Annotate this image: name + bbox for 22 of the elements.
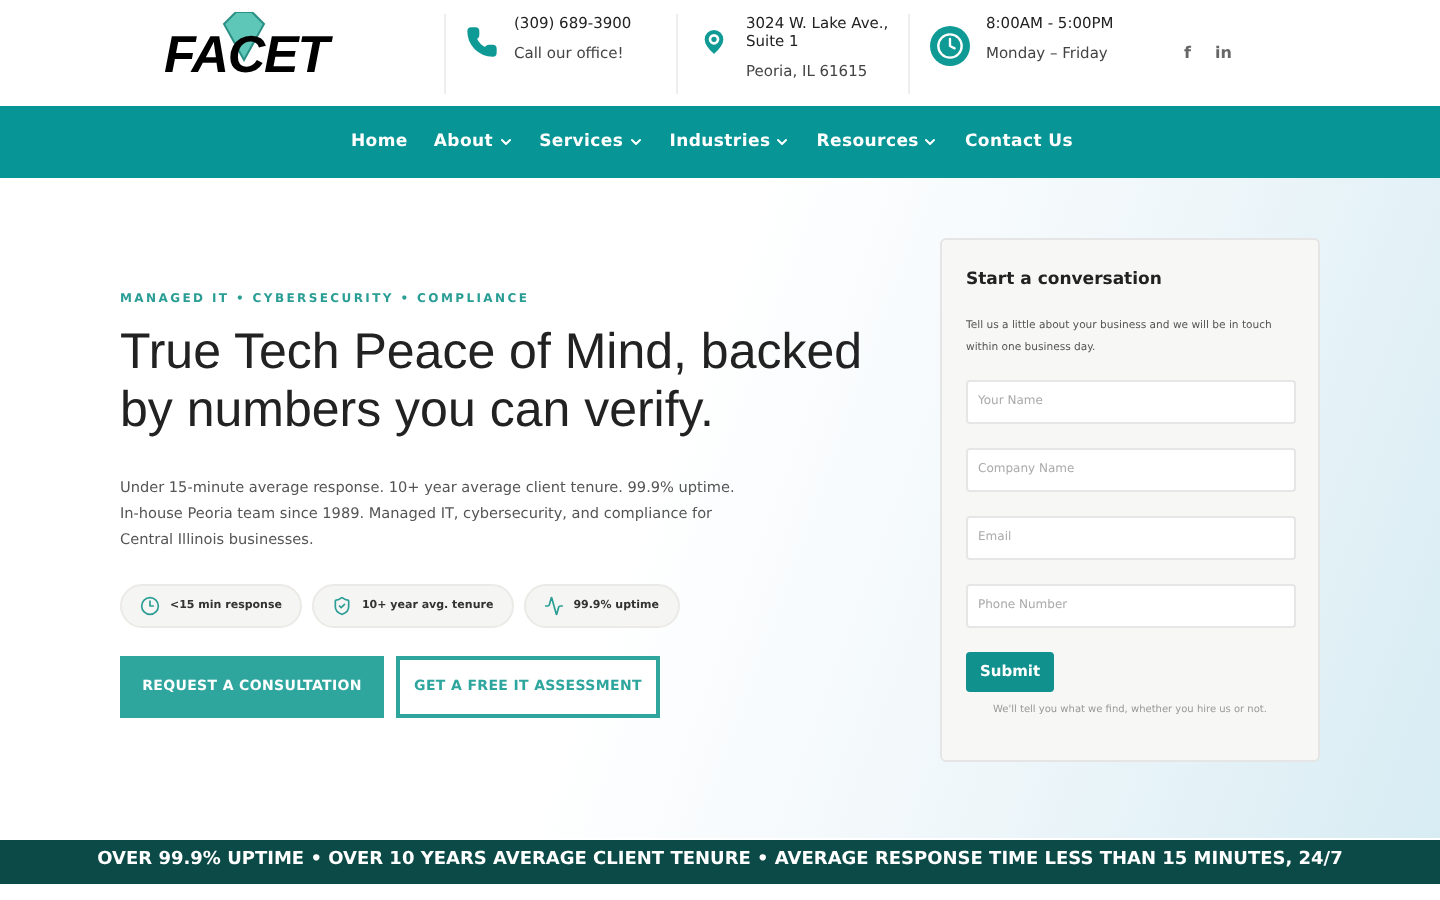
shield-icon: [331, 596, 352, 616]
form-title: Start a conversation: [966, 268, 1164, 294]
map-pin-icon: [698, 25, 730, 57]
social-link[interactable]: in: [1214, 41, 1232, 65]
chevron-icon: [774, 134, 791, 150]
pulse-icon: [543, 596, 564, 616]
logo-wordmark[interactable]: FACET: [164, 27, 328, 79]
chevron-icon: [627, 134, 644, 150]
banner-text: OVER 99.9% UPTIME • OVER 10 YEARS AVERAGE CLIENT TENURE • AVERAGE RESPONSE TIME LESS THAN 15 MINUTES, 24/7: [97, 848, 1343, 875]
nav-link[interactable]: Contact Us: [964, 129, 1074, 155]
chevron-icon: [497, 134, 514, 150]
clock-icon: [930, 25, 970, 65]
clock-icon: [140, 596, 160, 616]
social-link[interactable]: f: [1184, 41, 1191, 65]
nav-link[interactable]: Resources: [816, 129, 939, 155]
hero-headline: True Tech Peace of Mind, backed by numbers you can verify.: [120, 324, 865, 440]
nav-link[interactable]: About: [433, 129, 514, 155]
nav-link[interactable]: Services: [539, 129, 644, 155]
nav-link[interactable]: Industries: [669, 129, 791, 155]
phone-icon: [466, 25, 498, 57]
nav-link[interactable]: Home: [350, 129, 408, 155]
chevron-icon: [922, 134, 939, 150]
